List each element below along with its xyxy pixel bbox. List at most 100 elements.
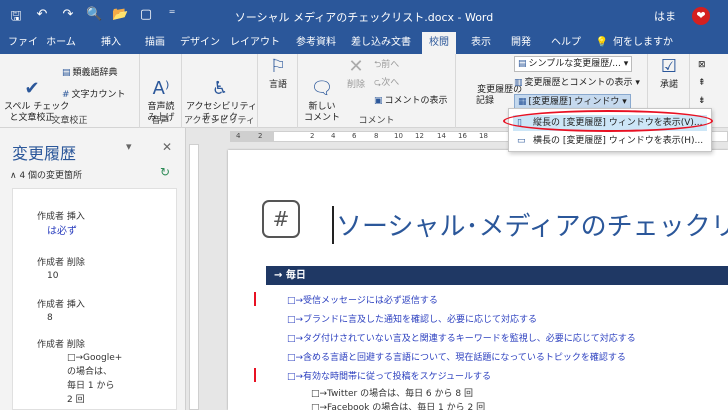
group-label: 音声 bbox=[151, 116, 170, 126]
title-bar: 🖫 ↶ ↷ 🔍 📂 ▢ ⁼ ソーシャル メディアのチェックリスト.docx - … bbox=[0, 0, 728, 32]
show-comments-button[interactable]: ▣ コメントの表示 bbox=[374, 94, 448, 108]
revision-header[interactable]: 作成者 挿入 bbox=[37, 209, 85, 222]
reject-icon[interactable]: ⊠ bbox=[698, 58, 706, 72]
group-proofing: ✔ スペル チェック と文章校正 ▤ 類義語辞典 # 文字カウント 文章校正 bbox=[0, 54, 140, 128]
close-icon[interactable]: ✕ bbox=[162, 140, 172, 154]
tab-insert[interactable]: 挿入 bbox=[96, 32, 126, 54]
lightbulb-icon: 💡 bbox=[595, 37, 609, 48]
previous-comment-button[interactable]: ⮌前へ bbox=[374, 58, 399, 72]
window-title: ソーシャル メディアのチェックリスト.docx - Word bbox=[234, 11, 494, 24]
tab-mailings[interactable]: 差し込み文書 bbox=[350, 32, 412, 54]
word-count-label: 文字カウント bbox=[71, 90, 126, 100]
show-markup-dropdown[interactable]: ▥ 変更履歴とコメントの表示 ▾ bbox=[514, 76, 640, 90]
text-cursor bbox=[332, 206, 334, 244]
accept-label: 承諾 bbox=[659, 80, 678, 90]
pane-options-icon[interactable]: ▾ bbox=[126, 140, 132, 153]
tab-draw[interactable]: 描画 bbox=[140, 32, 170, 54]
next-comment-button[interactable]: ⮎次へ bbox=[374, 76, 399, 90]
ruler-tick: 4 bbox=[236, 132, 241, 140]
ruler-tick: 10 bbox=[394, 132, 403, 140]
prev-label: 前へ bbox=[381, 60, 400, 70]
show-markup-icon: ▥ bbox=[514, 78, 523, 88]
accept-icon: ☑ bbox=[660, 56, 678, 77]
checklist-item[interactable]: □→含める言語と回避する言語について、現在話題になっているトピックを確認する bbox=[287, 350, 626, 363]
revisions-pane: 変更履歴 ▾ ✕ ∧ 4 個の変更箇所 ↻ 作成者 挿入 は必ず 作成者 削除 … bbox=[0, 128, 186, 410]
accept-button[interactable]: ☑ 承諾 bbox=[650, 56, 688, 91]
read-aloud-icon: A⁾ bbox=[152, 78, 170, 99]
checklist-item[interactable]: □→タグ付けされていない言及と関連するキーワードを監視し、必要に応じて対応する bbox=[287, 331, 636, 344]
delete-comment-button[interactable]: ✕ 削除 bbox=[344, 56, 368, 91]
change-bar bbox=[254, 292, 256, 306]
checklist-subitem[interactable]: □→Facebook の場合は、毎日 1 から 2 回 bbox=[311, 400, 485, 410]
revision-header[interactable]: 作成者 削除 bbox=[37, 337, 85, 350]
revision-body: は必ず bbox=[47, 226, 77, 237]
checklist-subitem[interactable]: □→Twitter の場合は、毎日 6 から 8 回 bbox=[311, 386, 473, 399]
tab-references[interactable]: 参考資料 bbox=[292, 32, 340, 54]
tell-me-search[interactable]: 何をしますか bbox=[612, 32, 674, 54]
show-markup-label: 変更履歴とコメントの表示 bbox=[524, 78, 633, 88]
revision-body: 8 bbox=[47, 313, 53, 323]
thesaurus-button[interactable]: ▤ 類義語辞典 bbox=[62, 66, 118, 80]
checklist-item[interactable]: □→ブランドに言及した通知を確認し、必要に応じて対応する bbox=[287, 312, 537, 325]
reviewing-pane-icon: ▦ bbox=[518, 97, 527, 107]
previous-change-icon[interactable]: ⇞ bbox=[698, 76, 706, 90]
word-count-icon: # bbox=[62, 90, 70, 100]
refresh-icon[interactable]: ↻ bbox=[160, 165, 170, 179]
tab-design[interactable]: デザイン bbox=[180, 32, 220, 54]
delete-comment-icon: ✕ bbox=[348, 56, 364, 77]
ribbon-tabs: ファイル ホーム 挿入 描画 デザイン レイアウト 参考資料 差し込み文書 校閲… bbox=[0, 32, 728, 70]
track-changes-button[interactable]: 変更履歴の 記録 bbox=[460, 74, 522, 118]
markup-icon: ▤ bbox=[518, 59, 527, 69]
user-name[interactable]: はま bbox=[654, 8, 676, 24]
thesaurus-label: 類義語辞典 bbox=[72, 68, 118, 78]
horizontal-pane-icon: ▭ bbox=[517, 136, 526, 146]
checklist-item[interactable]: □→有効な時間帯に従って投稿をスケジュールする bbox=[287, 369, 491, 382]
group-label: 文章校正 bbox=[51, 116, 88, 126]
ruler-tick: 18 bbox=[479, 132, 488, 140]
hashtag-icon: # bbox=[262, 200, 300, 238]
revision-header[interactable]: 作成者 削除 bbox=[37, 255, 85, 268]
revision-body: □→Google+ の場合は、 毎日 1 から 2 回 bbox=[67, 353, 123, 405]
checklist-item[interactable]: □→受信メッセージには必ず返信する bbox=[287, 293, 438, 306]
language-button[interactable]: ⚐ 言語 bbox=[260, 56, 296, 91]
avatar[interactable]: ❤ bbox=[692, 7, 710, 25]
ruler-tick: 6 bbox=[352, 132, 357, 140]
word-count-button[interactable]: # 文字カウント bbox=[62, 88, 126, 102]
language-icon: ⚐ bbox=[269, 56, 287, 77]
revision-count: ∧ 4 個の変更箇所 bbox=[10, 168, 82, 181]
ruler-tick: 2 bbox=[258, 132, 263, 140]
pane-title: 変更履歴 bbox=[12, 144, 77, 163]
tab-review[interactable]: 校閲 bbox=[422, 32, 456, 54]
tab-help[interactable]: ヘルプ bbox=[550, 32, 582, 54]
tab-home[interactable]: ホーム bbox=[44, 32, 78, 54]
book-icon: ▤ bbox=[62, 68, 71, 78]
tab-developer[interactable]: 開発 bbox=[506, 32, 536, 54]
show-comments-label: コメントの表示 bbox=[384, 96, 448, 106]
group-language: ⚐ 言語 bbox=[258, 54, 298, 128]
revision-count-label: 4 個の変更箇所 bbox=[19, 171, 83, 181]
tab-layout[interactable]: レイアウト bbox=[230, 32, 280, 54]
simple-markup-value: シンプルな変更履歴/... bbox=[528, 59, 621, 69]
tab-view[interactable]: 表示 bbox=[466, 32, 496, 54]
revision-header[interactable]: 作成者 挿入 bbox=[37, 297, 85, 310]
horizontal-pane-option[interactable]: ▭ 横長の [変更履歴] ウィンドウを表示(H)... bbox=[513, 133, 707, 149]
ruler-tick: 16 bbox=[458, 132, 467, 140]
group-speech: A⁾ 音声読 み上げ 音声 bbox=[140, 54, 182, 128]
ruler-tick: 8 bbox=[374, 132, 379, 140]
spellcheck-icon: ✔ bbox=[24, 78, 40, 99]
delete-label: 削除 bbox=[346, 80, 365, 90]
section-heading[interactable]: → 毎日 bbox=[266, 266, 728, 285]
next-change-icon[interactable]: ⇟ bbox=[698, 94, 706, 108]
next-label: 次へ bbox=[381, 78, 400, 88]
tab-file[interactable]: ファイル bbox=[4, 32, 42, 70]
revision-body: 10 bbox=[47, 271, 59, 281]
ruler-tick: 4 bbox=[331, 132, 336, 140]
document-heading[interactable]: ソーシャル･メディアのチェックリ bbox=[336, 206, 728, 243]
accessibility-icon: ♿ bbox=[211, 78, 229, 99]
group-label: コメント bbox=[358, 116, 395, 126]
collapse-icon[interactable]: ∧ bbox=[10, 171, 17, 181]
vertical-ruler-track[interactable] bbox=[189, 144, 199, 410]
highlight-annotation bbox=[503, 110, 713, 132]
display-for-review-dropdown[interactable]: ▤ シンプルな変更履歴/... ▾ bbox=[514, 56, 633, 72]
language-label: 言語 bbox=[268, 80, 287, 90]
